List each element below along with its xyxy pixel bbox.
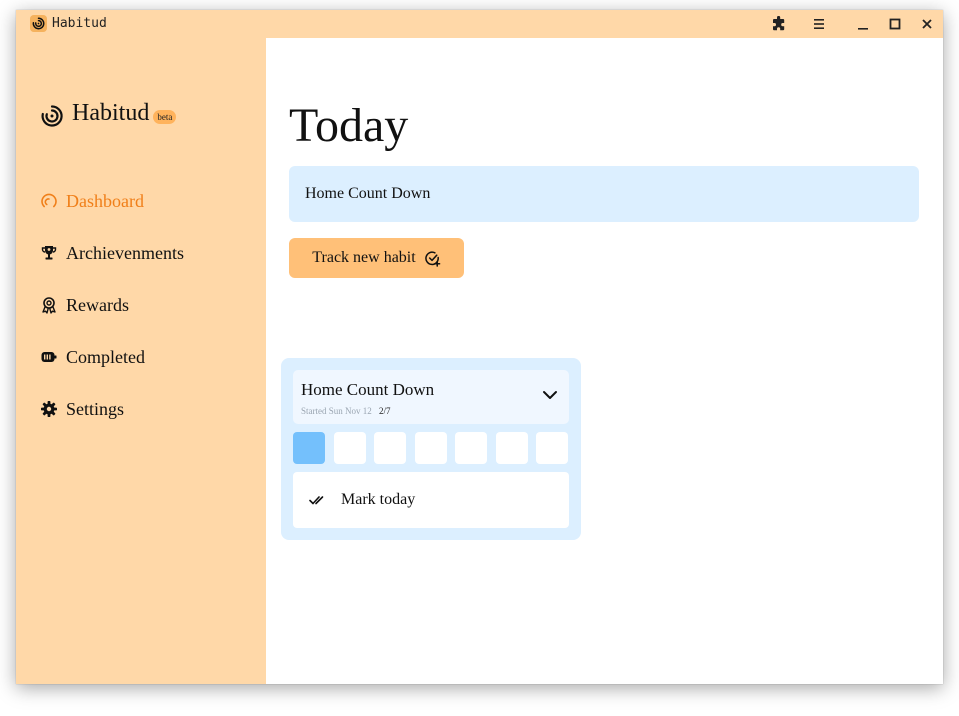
habit-card-header[interactable]: Home Count Down Started Sun Nov 12 2/7	[293, 370, 569, 424]
gear-icon	[40, 400, 58, 418]
menu-icon	[814, 19, 824, 29]
menu-button[interactable]	[808, 14, 830, 34]
day-box-2[interactable]	[333, 432, 366, 464]
beta-badge: beta	[153, 110, 177, 124]
day-box-4[interactable]	[414, 432, 447, 464]
main-content: Today Home Count Down Track new habit Ho…	[266, 38, 943, 684]
maximize-icon	[889, 18, 901, 30]
nav-label-completed: Completed	[66, 346, 145, 367]
extensions-icon	[773, 16, 785, 31]
day-box-1[interactable]	[293, 432, 325, 464]
nav-label-rewards: Rewards	[66, 294, 129, 315]
completed-icon	[40, 348, 58, 366]
track-new-habit-label: Track new habit	[312, 249, 416, 266]
nav-item-rewards[interactable]: Rewards	[40, 291, 250, 319]
habit-card-progress: 2/7	[379, 406, 391, 416]
trophy-icon	[40, 244, 58, 262]
close-button[interactable]	[916, 14, 938, 34]
nav-item-dashboard[interactable]: Dashboard	[40, 187, 250, 215]
mark-today-button[interactable]: Mark today	[293, 472, 569, 528]
nav-item-completed[interactable]: Completed	[40, 343, 250, 371]
day-box-6[interactable]	[495, 432, 528, 464]
brand[interactable]: Habitud beta	[40, 98, 177, 128]
window-title: Habitud	[52, 16, 107, 31]
page-title: Today	[289, 99, 409, 152]
habit-card-title: Home Count Down	[301, 380, 435, 399]
nav-item-settings[interactable]: Settings	[40, 395, 250, 423]
app-logo-icon	[30, 15, 47, 32]
close-icon	[922, 19, 932, 29]
habit-card: Home Count Down Started Sun Nov 12 2/7 M…	[281, 358, 581, 540]
day-box-5[interactable]	[455, 432, 487, 464]
minimize-button[interactable]	[852, 14, 874, 34]
day-box-3[interactable]	[374, 432, 406, 464]
add-check-icon	[424, 250, 441, 267]
double-check-icon	[309, 496, 324, 505]
award-icon	[40, 296, 58, 314]
track-new-habit-button[interactable]: Track new habit	[289, 238, 464, 278]
app-window: Habitud Habitud beta Dashboard Archieven…	[16, 10, 943, 684]
chevron-down-icon[interactable]	[541, 386, 559, 404]
habit-select[interactable]: Home Count Down	[289, 166, 919, 222]
extensions-button[interactable]	[768, 14, 790, 34]
title-bar[interactable]: Habitud	[16, 10, 943, 38]
minimize-icon	[858, 28, 868, 30]
dashboard-icon	[40, 192, 58, 210]
brand-name: Habitud	[72, 99, 150, 126]
nav-item-achievements[interactable]: Archievenments	[40, 239, 250, 267]
maximize-button[interactable]	[884, 14, 906, 34]
habit-card-started: Started Sun Nov 12	[301, 406, 372, 416]
mark-today-label: Mark today	[341, 491, 416, 508]
nav-label-settings: Settings	[66, 398, 125, 419]
brand-logo-icon	[41, 105, 63, 127]
nav-label-dashboard: Dashboard	[66, 190, 144, 211]
day-box-7[interactable]	[536, 432, 568, 464]
nav-label-achievements: Archievenments	[66, 242, 184, 263]
sidebar: Habitud beta Dashboard Archievenments Re…	[16, 38, 266, 684]
